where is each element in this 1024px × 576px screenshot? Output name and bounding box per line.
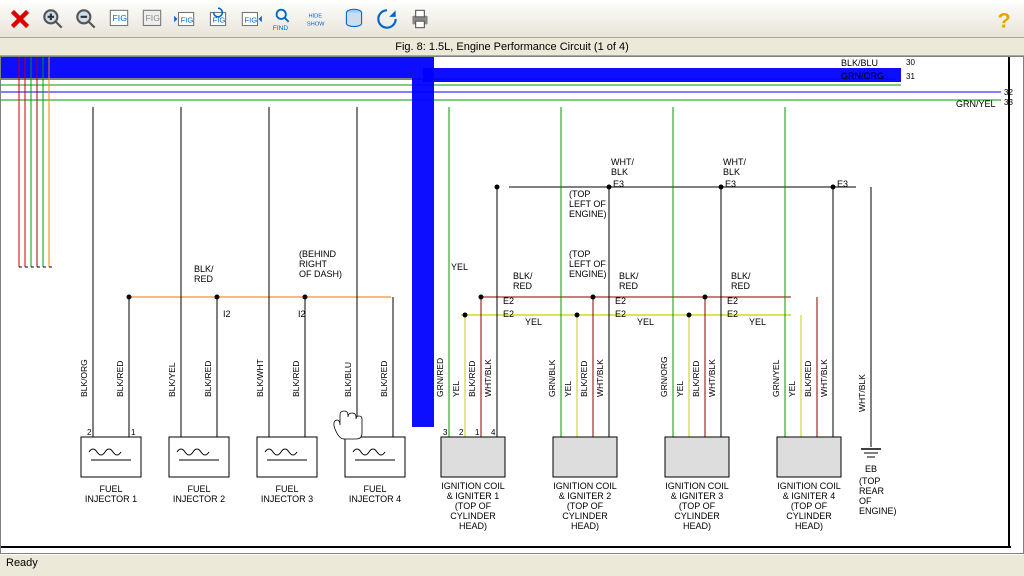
- yel-lbl-1: YEL: [525, 317, 542, 327]
- conn-E2-2: E2: [615, 309, 626, 319]
- svg-text:BLK/RED: BLK/RED: [691, 361, 701, 397]
- svg-text:YEL: YEL: [675, 381, 685, 397]
- find-button[interactable]: FIND: [268, 3, 300, 35]
- figure-title: Fig. 8: 1.5L, Engine Performance Circuit…: [0, 38, 1024, 56]
- svg-text:2: 2: [87, 428, 92, 437]
- find-label: FIND: [273, 25, 288, 32]
- svg-text:E2: E2: [727, 296, 738, 306]
- wire-blkwht: BLK/WHT: [255, 359, 265, 397]
- svg-text:WHT/BLK: WHT/BLK: [857, 374, 867, 412]
- pin-31: 31: [906, 72, 915, 81]
- note-topleft-2: (TOPLEFT OFENGINE): [569, 249, 607, 279]
- svg-text:HIDE: HIDE: [308, 13, 322, 19]
- yel-lbl-v: YEL: [451, 262, 468, 272]
- status-bar: Ready: [0, 554, 1024, 574]
- svg-text:FIG: FIG: [146, 13, 161, 23]
- svg-text:3: 3: [443, 428, 448, 437]
- svg-text:4: 4: [491, 428, 496, 437]
- note-blkred-3: BLK/RED: [619, 271, 639, 291]
- conn-E2-3: E2: [727, 309, 738, 319]
- refresh-button[interactable]: [371, 3, 403, 35]
- print-button[interactable]: [404, 3, 436, 35]
- note-behind-dash: (BEHINDRIGHTOF DASH): [299, 249, 342, 279]
- conn-E2-1: E2: [503, 309, 514, 319]
- svg-text:BLK/RED: BLK/RED: [579, 361, 589, 397]
- svg-text:YEL: YEL: [451, 381, 461, 397]
- fig-prev-button[interactable]: FIG: [169, 3, 201, 35]
- fig-refresh-button[interactable]: FIG: [202, 3, 234, 35]
- label-inj4: FUELINJECTOR 4: [349, 484, 401, 504]
- svg-text:(TOPREAROFENGINE): (TOPREAROFENGINE): [859, 476, 897, 516]
- svg-text:WHT/BLK: WHT/BLK: [707, 359, 717, 397]
- svg-text:GRN/RED: GRN/RED: [435, 358, 445, 397]
- svg-text:FIG: FIG: [113, 13, 128, 23]
- conn-I2-a: I2: [223, 309, 231, 319]
- note-topleft-1: (TOPLEFT OFENGINE): [569, 189, 607, 219]
- fig-next-button[interactable]: FIG: [235, 3, 267, 35]
- toolbar: FIG FIG FIG FIG FIG FIND HIDE SHOW ?: [0, 0, 1024, 38]
- label-inj2: FUELINJECTOR 2: [173, 484, 225, 504]
- svg-text:FIG: FIG: [245, 15, 258, 24]
- svg-text:YEL: YEL: [563, 381, 573, 397]
- label-inj3: FUELINJECTOR 3: [261, 484, 313, 504]
- svg-text:BLK/RED: BLK/RED: [203, 361, 213, 397]
- svg-text:GRN/YEL: GRN/YEL: [771, 359, 781, 397]
- ground-EB: WHT/BLK EB (TOPREAROFENGINE): [857, 187, 897, 516]
- svg-text:FUELINJECTOR 1: FUELINJECTOR 1: [85, 484, 137, 504]
- help-icon: ?: [998, 7, 1011, 31]
- conn-I2-b: I2: [298, 309, 306, 319]
- help-button[interactable]: ?: [988, 3, 1020, 35]
- wire-blkorg: BLK/ORG: [79, 359, 89, 397]
- yel-lbl-3: YEL: [749, 317, 766, 327]
- svg-text:FIG: FIG: [181, 15, 194, 24]
- svg-text:BLK/RED: BLK/RED: [291, 361, 301, 397]
- svg-text:2: 2: [459, 428, 464, 437]
- svg-text:WHT/BLK: WHT/BLK: [483, 359, 493, 397]
- bus-label-30: BLK/BLU: [841, 58, 878, 68]
- svg-text:IGNITION COIL& IGNITER 3(TOP O: IGNITION COIL& IGNITER 3(TOP OFCYLINDERH…: [665, 481, 729, 531]
- svg-text:1: 1: [475, 428, 480, 437]
- svg-text:GRN/ORG: GRN/ORG: [659, 356, 669, 397]
- fig-a-button[interactable]: FIG: [103, 3, 135, 35]
- wire-blkyel: BLK/YEL: [167, 362, 177, 397]
- svg-text:BLK/RED: BLK/RED: [803, 361, 813, 397]
- fig-b-button[interactable]: FIG: [136, 3, 168, 35]
- note-blkred-1: BLK/RED: [194, 264, 214, 284]
- svg-text:BLK/RED: BLK/RED: [467, 361, 477, 397]
- svg-text:WHT/BLK: WHT/BLK: [819, 359, 829, 397]
- hide-show-button[interactable]: HIDE SHOW: [301, 3, 337, 35]
- svg-text:WHT/BLK: WHT/BLK: [595, 359, 605, 397]
- database-button[interactable]: [338, 3, 370, 35]
- close-button[interactable]: [4, 3, 36, 35]
- svg-text:E2: E2: [503, 296, 514, 306]
- svg-text:BLK/RED: BLK/RED: [379, 361, 389, 397]
- svg-text:IGNITION COIL& IGNITER 1(TOP O: IGNITION COIL& IGNITER 1(TOP OFCYLINDERH…: [441, 481, 505, 531]
- wire-blkblu: BLK/BLU: [343, 362, 353, 397]
- svg-text:SHOW: SHOW: [307, 21, 325, 27]
- conn-E3-3: E3: [837, 179, 848, 189]
- note-whtblk-1: WHT/BLK: [611, 157, 634, 177]
- cursor-hand-icon: [334, 411, 362, 439]
- conn-E3-2: E3: [725, 179, 736, 189]
- note-blkred-2: BLK/RED: [513, 271, 533, 291]
- conn-E3-1: E3: [613, 179, 624, 189]
- label-inj1: FUELINJECTOR 1: [85, 484, 137, 504]
- note-blkred-4: BLK/RED: [731, 271, 751, 291]
- svg-text:IGNITION COIL& IGNITER 4(TOP O: IGNITION COIL& IGNITER 4(TOP OFCYLINDERH…: [777, 481, 841, 531]
- svg-text:GRN/BLK: GRN/BLK: [547, 359, 557, 397]
- svg-text:IGNITION COIL& IGNITER 2(TOP O: IGNITION COIL& IGNITER 2(TOP OFCYLINDERH…: [553, 481, 617, 531]
- yel-lbl-2: YEL: [637, 317, 654, 327]
- conn-EB: EB: [865, 464, 877, 474]
- svg-text:1: 1: [131, 428, 136, 437]
- wire-blkred-1: BLK/RED: [115, 361, 125, 397]
- svg-text:E2: E2: [615, 296, 626, 306]
- pin-30: 30: [906, 58, 915, 67]
- bus-label-31: GRN/ORG: [841, 71, 884, 81]
- diagram-canvas[interactable]: 30 31 32 33 BLK/BLU GRN/ORG GRN/YEL BLK/…: [0, 56, 1024, 554]
- zoom-in-button[interactable]: [37, 3, 69, 35]
- zoom-out-button[interactable]: [70, 3, 102, 35]
- svg-text:YEL: YEL: [787, 381, 797, 397]
- bus-label-33: GRN/YEL: [956, 99, 996, 109]
- note-whtblk-2: WHT/BLK: [723, 157, 746, 177]
